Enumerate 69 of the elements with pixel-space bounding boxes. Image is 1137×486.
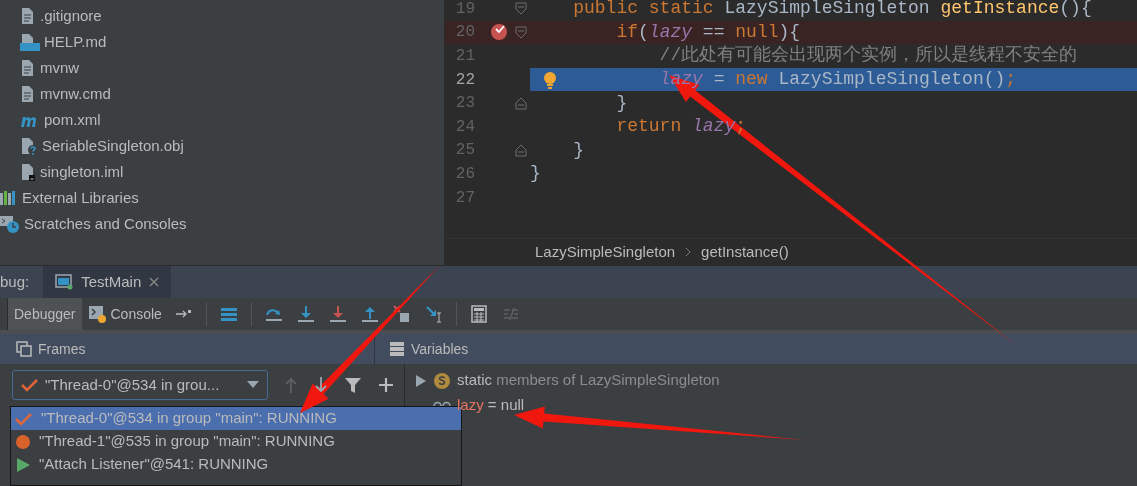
console-icon — [87, 305, 106, 323]
code-line-text: } — [615, 91, 628, 115]
panel-header: Frames — [38, 339, 86, 359]
variable-entry: static members of LazySimpleSingleton — [457, 370, 720, 391]
step-into-icon[interactable] — [296, 305, 315, 323]
tree-item[interactable]: SeriableSingleton.obj — [42, 134, 184, 158]
panel-title: bug: — [0, 271, 31, 292]
tree-item[interactable]: .gitignore — [40, 4, 102, 28]
expand-icon[interactable] — [415, 373, 427, 388]
view-tab[interactable]: Console — [81, 298, 168, 330]
fold-icon[interactable] — [515, 25, 527, 39]
panel-header: Variables — [411, 339, 469, 359]
add-icon[interactable] — [378, 377, 394, 393]
line-number: 24 — [454, 116, 475, 138]
tree-item[interactable]: singleton.iml — [40, 160, 124, 184]
breadcrumb[interactable]: LazySimpleSingleton — [535, 240, 676, 264]
run-to-cursor-icon[interactable] — [424, 305, 443, 323]
line-number: 19 — [454, 0, 475, 20]
file-icon — [20, 7, 36, 25]
fold-icon[interactable] — [515, 2, 527, 16]
step-into-icon[interactable] — [328, 305, 347, 323]
static-icon — [433, 371, 451, 390]
file-icon — [20, 85, 36, 103]
line-number: 26 — [454, 163, 475, 185]
thread-item[interactable]: "Attach Listener"@541: RUNNING — [11, 453, 461, 476]
window-icon — [55, 274, 74, 290]
close-icon — [149, 277, 160, 287]
fold-icon[interactable] — [515, 143, 527, 157]
code-line-text: public static LazySimpleSingleton getInstance(){ — [572, 0, 1092, 21]
fold-icon[interactable] — [515, 96, 527, 110]
line-number: 20 — [454, 22, 475, 44]
unknown-file-icon — [20, 137, 38, 155]
line-number: 22 — [454, 69, 475, 91]
module-file-icon — [20, 163, 36, 181]
suspended-icon — [15, 433, 31, 450]
running-icon — [15, 456, 31, 473]
thread-item[interactable]: "Thread-1"@535 in group "main": RUNNING — [11, 430, 461, 453]
run-tab[interactable]: TestMain — [43, 266, 172, 298]
code-line-text: } — [530, 162, 541, 186]
code-line-text: } — [572, 138, 584, 162]
code-line-text: //此处有可能会出现两个实例，所以是线程不安全的 — [658, 44, 1078, 68]
chevron-icon — [685, 247, 692, 257]
step-out-icon[interactable] — [360, 305, 379, 323]
tree-item[interactable]: mvnw.cmd — [40, 82, 111, 106]
thread-dropdown[interactable]: "Thread-0"@534 in grou... — [12, 370, 268, 400]
frames-icon — [16, 341, 32, 357]
tree-item[interactable]: Scratches and Consoles — [24, 212, 187, 236]
file-icon — [20, 59, 36, 77]
breadcrumb[interactable]: getInstance() — [701, 240, 789, 264]
code-line-text: if(lazy == null){ — [615, 20, 801, 44]
libraries-icon — [0, 190, 18, 206]
line-number: 27 — [454, 187, 475, 209]
list-icon[interactable] — [219, 305, 238, 323]
check-icon — [15, 411, 33, 426]
line-number: 21 — [454, 46, 475, 67]
calculator-icon[interactable] — [469, 305, 488, 323]
line-number: 25 — [454, 140, 475, 162]
line-number: 23 — [454, 93, 475, 115]
tree-item[interactable]: External Libraries — [22, 186, 139, 210]
markdown-file-icon — [20, 33, 40, 51]
tree-item[interactable]: HELP.md — [44, 30, 107, 54]
caret-icon — [247, 381, 259, 389]
tree-item[interactable]: mvnw — [40, 56, 80, 80]
tree-item[interactable]: pom.xml — [44, 108, 101, 132]
view-tab[interactable]: Debugger — [8, 298, 82, 330]
check-icon — [21, 378, 39, 392]
down-arrow-icon[interactable] — [314, 376, 328, 394]
filter-icon[interactable] — [344, 376, 362, 394]
variables-icon — [389, 341, 405, 357]
